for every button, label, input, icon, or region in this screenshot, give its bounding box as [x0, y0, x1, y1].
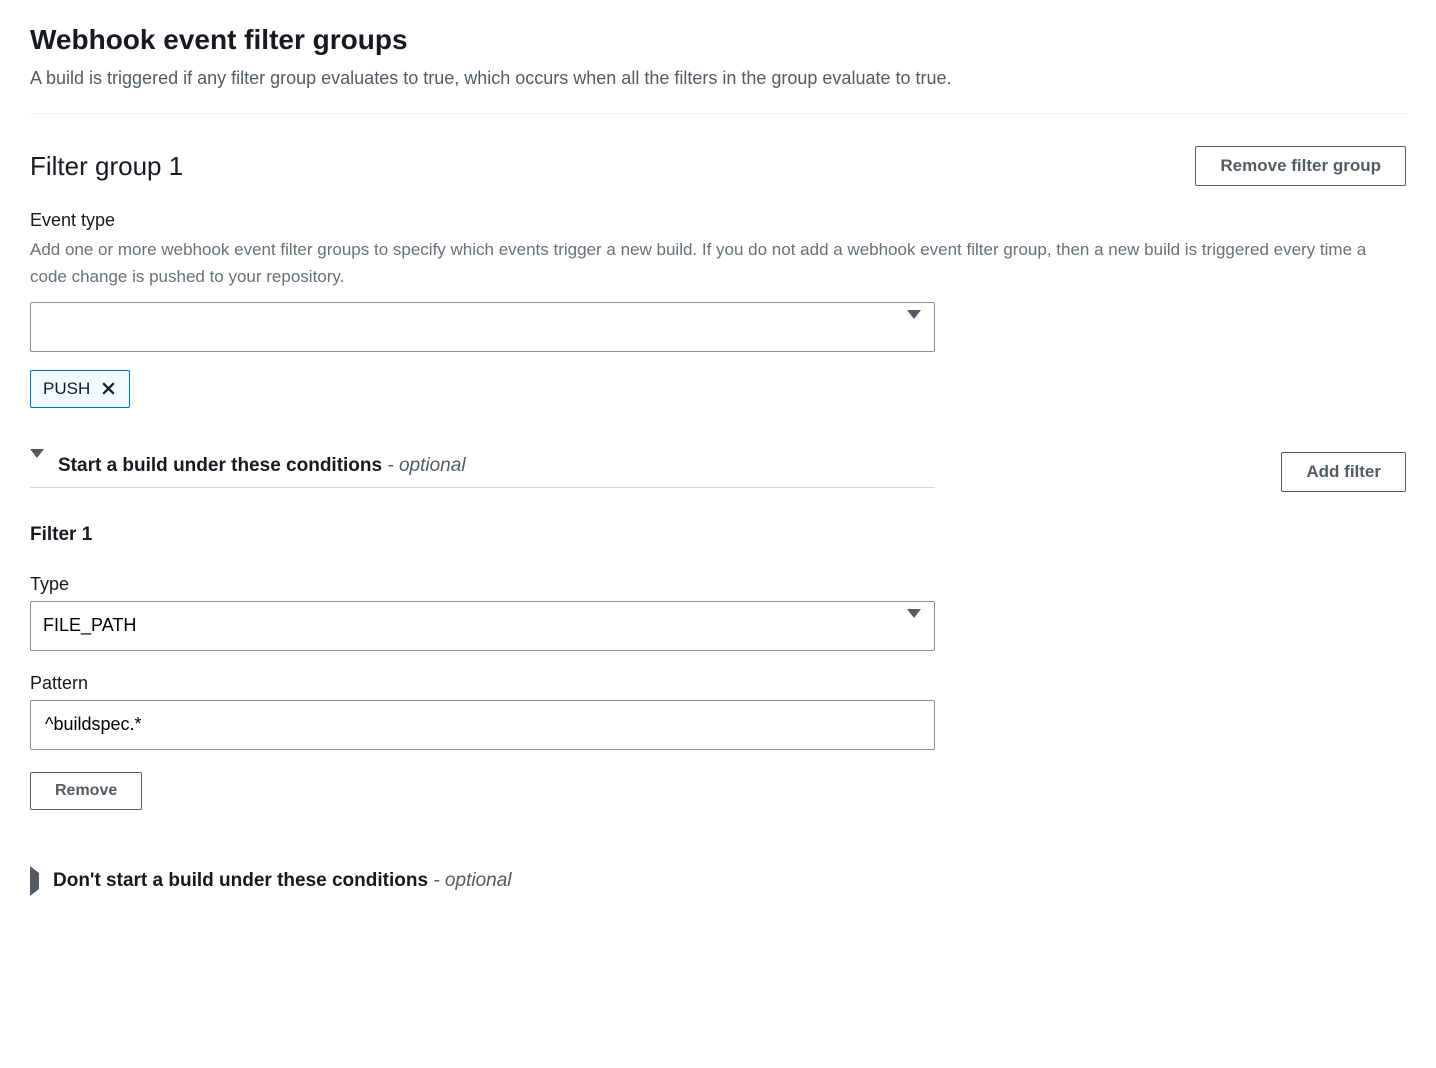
- close-icon[interactable]: [100, 380, 117, 397]
- event-type-token: PUSH: [30, 370, 130, 408]
- page-title: Webhook event filter groups: [30, 24, 1406, 56]
- start-build-accordion-header[interactable]: Start a build under these conditions - o…: [30, 455, 935, 488]
- filter-type-select[interactable]: [30, 601, 935, 651]
- filter-pattern-label: Pattern: [30, 673, 935, 694]
- remove-filter-group-button[interactable]: Remove filter group: [1195, 146, 1406, 186]
- token-label: PUSH: [43, 379, 90, 399]
- event-type-field: Event type Add one or more webhook event…: [30, 210, 1406, 408]
- start-build-accordion-row: Start a build under these conditions - o…: [30, 452, 1406, 492]
- filter-group-header: Filter group 1 Remove filter group: [30, 146, 1406, 186]
- caret-right-icon: [30, 873, 39, 889]
- filter-1-section: Filter 1 Type Pattern Remove: [30, 524, 1406, 810]
- filter-group-title: Filter group 1: [30, 151, 183, 182]
- filter-type-select-wrapper: [30, 601, 935, 651]
- header-section: Webhook event filter groups A build is t…: [30, 24, 1406, 114]
- add-filter-button[interactable]: Add filter: [1281, 452, 1406, 492]
- start-build-accordion-title: Start a build under these conditions - o…: [58, 455, 466, 477]
- dont-start-build-accordion-title: Don't start a build under these conditio…: [53, 870, 512, 892]
- event-type-description: Add one or more webhook event filter gro…: [30, 237, 1406, 290]
- filter-pattern-field: Pattern: [30, 673, 935, 750]
- filter-group-section: Filter group 1 Remove filter group Event…: [30, 114, 1406, 892]
- filter-type-label: Type: [30, 574, 935, 595]
- remove-filter-button[interactable]: Remove: [30, 772, 142, 810]
- filter-type-field: Type: [30, 574, 935, 651]
- event-type-select[interactable]: [30, 302, 935, 352]
- event-type-label: Event type: [30, 210, 1406, 231]
- page-description: A build is triggered if any filter group…: [30, 66, 1406, 91]
- event-type-select-wrapper: [30, 302, 935, 352]
- caret-down-icon: [30, 458, 44, 474]
- filter-1-title: Filter 1: [30, 524, 1406, 546]
- dont-start-build-accordion-header[interactable]: Don't start a build under these conditio…: [30, 870, 1406, 892]
- filter-pattern-input[interactable]: [30, 700, 935, 750]
